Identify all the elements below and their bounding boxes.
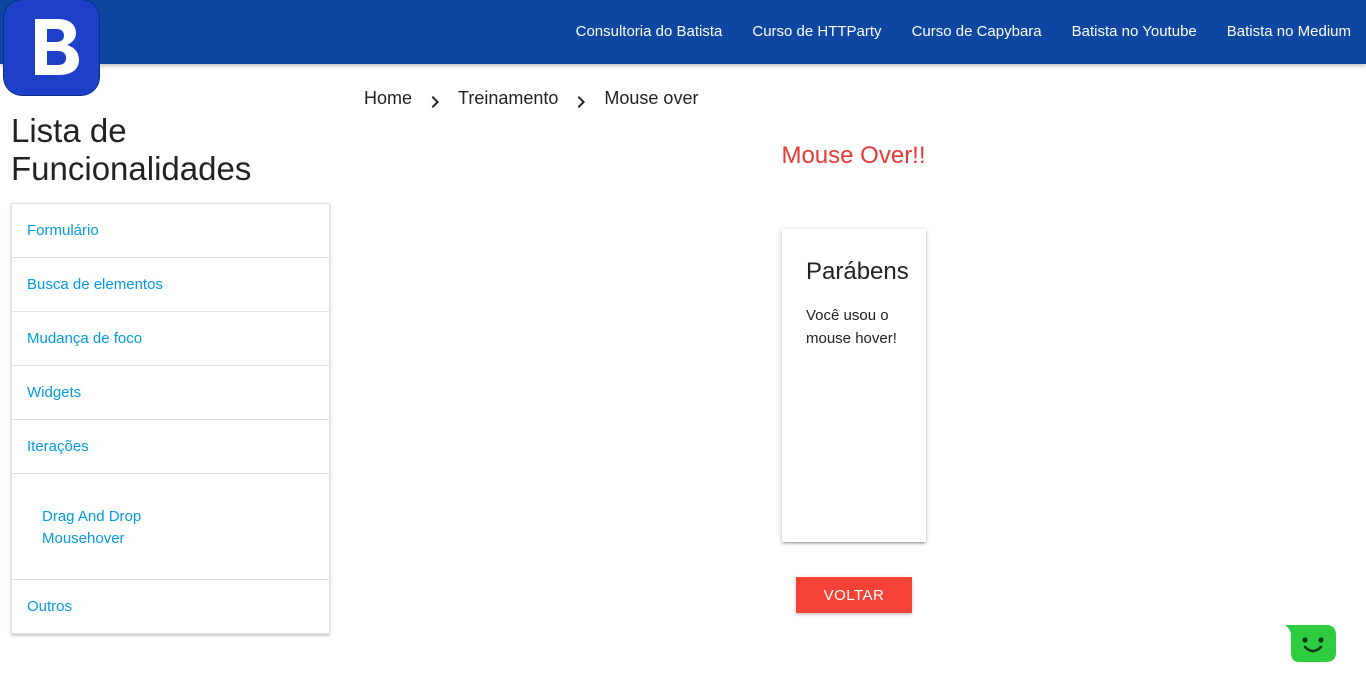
sidebar-item-formulario[interactable]: Formulário xyxy=(12,204,329,258)
back-button[interactable]: VOLTAR xyxy=(796,577,912,613)
nav-link-consultoria[interactable]: Consultoria do Batista xyxy=(561,0,738,64)
card-text: Você usou o mouse hover! xyxy=(806,307,897,347)
nav-link-medium[interactable]: Batista no Medium xyxy=(1212,0,1366,64)
nav-link-curso-httparty[interactable]: Curso de HTTParty xyxy=(737,0,896,64)
logo-b-icon xyxy=(35,19,79,75)
sidebar-item-outros[interactable]: Outros xyxy=(12,580,329,633)
chevron-right-icon xyxy=(431,96,440,108)
sidebar-subitem-drag-and-drop[interactable]: Drag And Drop xyxy=(42,506,329,528)
breadcrumb-home[interactable]: Home xyxy=(364,88,412,109)
sidebar-submenu: Drag And Drop Mousehover xyxy=(12,474,329,580)
nav-link-youtube[interactable]: Batista no Youtube xyxy=(1057,0,1212,64)
sidebar-item-widgets[interactable]: Widgets xyxy=(12,366,329,420)
brand-logo[interactable] xyxy=(4,0,99,95)
features-list: Formulário Busca de elementos Mudança de… xyxy=(11,203,330,634)
sidebar-subitem-mousehover[interactable]: Mousehover xyxy=(42,528,329,550)
result-card: Parábens Você usou o mouse hover! xyxy=(782,229,926,542)
top-navbar: Consultoria do Batista Curso de HTTParty… xyxy=(0,0,1366,64)
sidebar-item-mudanca-foco[interactable]: Mudança de foco xyxy=(12,312,329,366)
breadcrumb: Home Treinamento Mouse over xyxy=(364,86,698,110)
sidebar-title: Lista de Funcionalidades xyxy=(11,112,252,187)
sidebar-item-busca-elementos[interactable]: Busca de elementos xyxy=(12,258,329,312)
breadcrumb-mouse-over[interactable]: Mouse over xyxy=(604,88,698,109)
chevron-right-icon xyxy=(578,96,586,108)
chat-widget-button[interactable] xyxy=(1283,624,1339,664)
nav-link-curso-capybara[interactable]: Curso de Capybara xyxy=(897,0,1057,64)
breadcrumb-treinamento[interactable]: Treinamento xyxy=(458,88,558,109)
sidebar-item-iteracoes[interactable]: Iterações xyxy=(12,420,329,474)
chat-smile-icon xyxy=(1285,625,1336,662)
top-nav-links: Consultoria do Batista Curso de HTTParty… xyxy=(561,0,1366,64)
card-title: Parábens xyxy=(806,258,909,285)
page-title: Mouse Over!! xyxy=(781,142,926,169)
